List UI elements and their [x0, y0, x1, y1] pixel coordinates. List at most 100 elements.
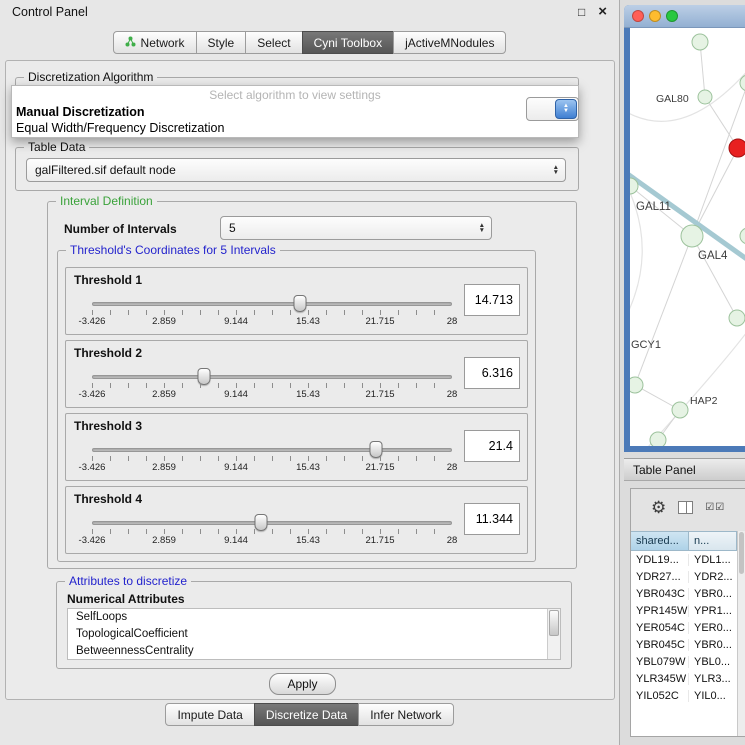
- column-header-name[interactable]: n...: [689, 531, 737, 551]
- threshold-value-field[interactable]: 14.713: [464, 284, 520, 316]
- network-window-titlebar: [624, 5, 745, 28]
- network-node[interactable]: [650, 432, 666, 446]
- close-icon[interactable]: ×: [598, 7, 607, 17]
- attribute-list-item[interactable]: TopologicalCoefficient: [68, 626, 560, 643]
- cell-shared-name[interactable]: YDL19...: [631, 554, 689, 566]
- table-row[interactable]: YIL052CYIL0...: [631, 687, 737, 704]
- network-node[interactable]: [630, 377, 643, 393]
- cell-shared-name[interactable]: YPR145W: [631, 605, 689, 617]
- list-scrollbar[interactable]: [547, 609, 560, 659]
- network-node[interactable]: [692, 34, 708, 50]
- table-row[interactable]: YER054CYER0...: [631, 619, 737, 636]
- tab-select[interactable]: Select: [245, 31, 302, 54]
- threshold-slider[interactable]: -3.4262.8599.14415.4321.71528: [92, 513, 452, 549]
- cell-shared-name[interactable]: YBL079W: [631, 656, 689, 668]
- network-node[interactable]: [672, 402, 688, 418]
- slider-scale-label: -3.426: [79, 389, 106, 400]
- slider-track[interactable]: [92, 521, 452, 525]
- table-panel-header: Table Panel: [624, 458, 745, 481]
- attribute-list-item[interactable]: BetweennessCentrality: [68, 643, 560, 660]
- gear-icon[interactable]: ⚙: [651, 499, 666, 516]
- slider-track[interactable]: [92, 302, 452, 306]
- tab-infer-network[interactable]: Infer Network: [358, 703, 453, 726]
- network-canvas[interactable]: GAL80GAL11GAL4GCY1HAP2: [630, 28, 745, 446]
- threshold-label: Threshold 2: [74, 346, 142, 360]
- dropdown-option-equal-width-frequency[interactable]: Equal Width/Frequency Discretization: [12, 120, 578, 136]
- table-row[interactable]: YDL19...YDL1...: [631, 551, 737, 568]
- tab-jactivemnodules[interactable]: jActiveMNodules: [393, 31, 506, 54]
- threshold-value-field[interactable]: 6.316: [464, 357, 520, 389]
- table-row[interactable]: YBL079WYBL0...: [631, 653, 737, 670]
- cell-shared-name[interactable]: YBR043C: [631, 588, 689, 600]
- cell-shared-name[interactable]: YDR27...: [631, 571, 689, 583]
- cell-name[interactable]: YLR3...: [689, 673, 737, 685]
- tab-cyni-toolbox[interactable]: Cyni Toolbox: [302, 31, 394, 54]
- slider-scale-label: 28: [447, 389, 458, 400]
- tab-impute-data[interactable]: Impute Data: [165, 703, 254, 726]
- slider-scale-label: 9.144: [224, 389, 248, 400]
- column-header-shared-name[interactable]: shared...: [631, 531, 689, 551]
- cell-name[interactable]: YPR1...: [689, 605, 737, 617]
- network-node[interactable]: [698, 90, 712, 104]
- tab-style[interactable]: Style: [196, 31, 247, 54]
- table-row[interactable]: YLR345WYLR3...: [631, 670, 737, 687]
- cell-name[interactable]: YDR2...: [689, 571, 737, 583]
- table-data-combo[interactable]: galFiltered.sif default node ▲▼: [26, 158, 566, 182]
- cell-shared-name[interactable]: YER054C: [631, 622, 689, 634]
- combo-value: 5: [229, 221, 236, 235]
- scrollbar-thumb[interactable]: [549, 610, 559, 636]
- cell-name[interactable]: YBR0...: [689, 639, 737, 651]
- threshold-value-field[interactable]: 21.4: [464, 430, 520, 462]
- network-node[interactable]: [740, 228, 745, 244]
- table-row[interactable]: YBR043CYBR0...: [631, 585, 737, 602]
- table-row[interactable]: YDR27...YDR2...: [631, 568, 737, 585]
- table-scrollbar[interactable]: [737, 531, 745, 736]
- num-intervals-combo[interactable]: 5 ▲▼: [220, 216, 492, 240]
- network-node-selected[interactable]: [729, 139, 745, 157]
- cell-shared-name[interactable]: YBR045C: [631, 639, 689, 651]
- node-label: GAL4: [698, 250, 728, 262]
- combo-stepper-icon[interactable]: ▲▼: [555, 99, 577, 119]
- tab-network[interactable]: Network: [113, 31, 197, 54]
- threshold-slider[interactable]: -3.4262.8599.14415.4321.71528: [92, 294, 452, 330]
- num-intervals-label: Number of Intervals: [64, 222, 177, 236]
- cell-name[interactable]: YBR0...: [689, 588, 737, 600]
- cell-name[interactable]: YDL1...: [689, 554, 737, 566]
- threshold-slider[interactable]: -3.4262.8599.14415.4321.71528: [92, 440, 452, 476]
- combo-stepper-icon: ▲▼: [479, 217, 485, 239]
- algorithm-combo[interactable]: ▲▼: [526, 97, 579, 121]
- threshold-panel: Threshold 4 -3.4262.8599.14415.4321.7152…: [65, 486, 528, 554]
- cell-shared-name[interactable]: YLR345W: [631, 673, 689, 685]
- table-row[interactable]: YBR045CYBR0...: [631, 636, 737, 653]
- cell-shared-name[interactable]: YIL052C: [631, 690, 689, 702]
- columns-icon[interactable]: [678, 501, 693, 514]
- attribute-list-item[interactable]: SelfLoops: [68, 609, 560, 626]
- threshold-slider[interactable]: -3.4262.8599.14415.4321.71528: [92, 367, 452, 403]
- network-edge[interactable]: [635, 236, 692, 385]
- tab-label: Cyni Toolbox: [314, 36, 382, 50]
- select-columns-icon[interactable]: ☑☑: [705, 502, 725, 513]
- zoom-traffic-light[interactable]: [666, 10, 678, 22]
- tab-discretize-data[interactable]: Discretize Data: [254, 703, 359, 726]
- network-node[interactable]: [729, 310, 745, 326]
- cell-name[interactable]: YER0...: [689, 622, 737, 634]
- apply-button[interactable]: Apply: [269, 673, 336, 695]
- close-traffic-light[interactable]: [632, 10, 644, 22]
- scrollbar-thumb[interactable]: [739, 532, 744, 574]
- threshold-value-field[interactable]: 11.344: [464, 503, 520, 535]
- dropdown-option-manual-discretization[interactable]: Manual Discretization: [12, 104, 578, 120]
- cell-name[interactable]: YIL0...: [689, 690, 737, 702]
- float-window-icon[interactable]: □: [578, 5, 585, 19]
- slider-scale-label: -3.426: [79, 316, 106, 327]
- table-row[interactable]: YPR145WYPR1...: [631, 602, 737, 619]
- table-toolbar: ⚙ ☑☑: [631, 489, 745, 525]
- cell-name[interactable]: YBL0...: [689, 656, 737, 668]
- slider-scale-label: 15.43: [296, 462, 320, 473]
- group-legend: Table Data: [24, 140, 89, 154]
- network-node[interactable]: [681, 225, 703, 247]
- minimize-traffic-light[interactable]: [649, 10, 661, 22]
- network-edge[interactable]: [692, 83, 745, 236]
- slider-scale-label: 9.144: [224, 462, 248, 473]
- slider-track[interactable]: [92, 448, 452, 452]
- slider-track[interactable]: [92, 375, 452, 379]
